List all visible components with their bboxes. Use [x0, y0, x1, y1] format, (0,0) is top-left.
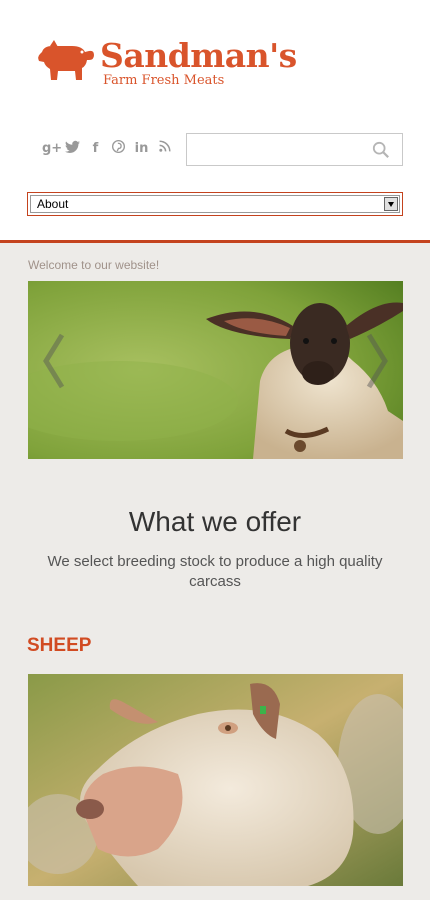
social-links: g+ f in	[42, 140, 172, 158]
sheep-photo[interactable]	[28, 674, 403, 886]
search-icon[interactable]	[372, 141, 390, 159]
hero-slider	[28, 281, 403, 459]
pig-logo-icon	[38, 40, 94, 80]
chevron-down-icon[interactable]	[384, 197, 398, 211]
linkedin-icon[interactable]: in	[134, 140, 149, 158]
pinterest-icon[interactable]	[111, 140, 126, 158]
search-box	[186, 133, 403, 166]
google-plus-icon[interactable]: g+	[42, 140, 62, 158]
rss-icon[interactable]	[157, 140, 172, 158]
twitter-icon[interactable]	[65, 140, 80, 158]
logo[interactable]: Sandman's Farm Fresh Meats	[36, 38, 297, 88]
nav-dropdown-value: About	[37, 197, 69, 211]
site-header: Sandman's Farm Fresh Meats g+ f in About	[0, 0, 430, 243]
nav-dropdown[interactable]: About	[27, 192, 403, 216]
section-heading: What we offer	[128, 506, 302, 537]
search-input[interactable]	[187, 134, 367, 165]
slider-prev-icon[interactable]	[42, 333, 66, 389]
brand-name: Sandman's	[100, 36, 297, 75]
category-title[interactable]: SHEEP	[27, 635, 91, 657]
welcome-text: Welcome to our website!	[28, 258, 160, 272]
facebook-icon[interactable]: f	[88, 140, 103, 158]
slider-next-icon[interactable]	[365, 333, 389, 389]
brand-tagline: Farm Fresh Meats	[103, 73, 225, 88]
lamb-photo	[28, 281, 403, 459]
section-subheading: We select breeding stock to produce a hi…	[47, 553, 383, 590]
